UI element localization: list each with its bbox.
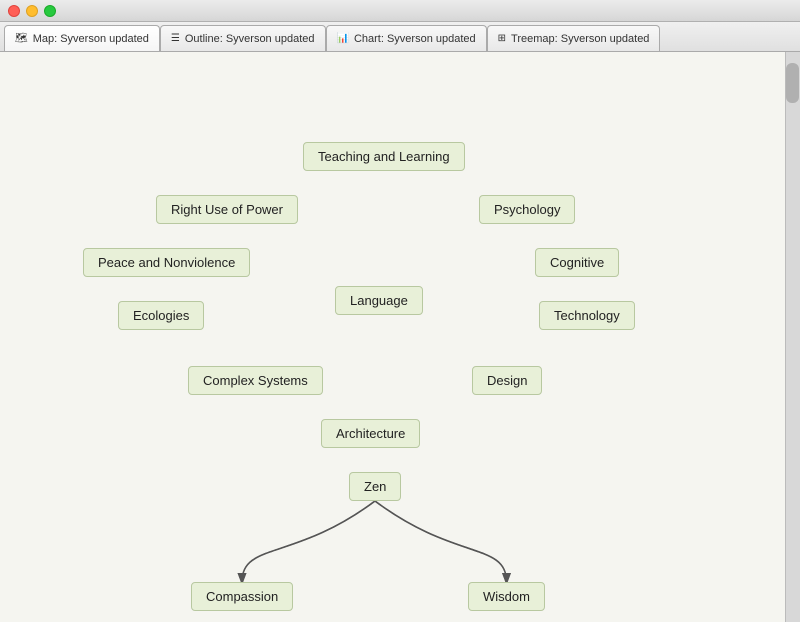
node-wisdom[interactable]: Wisdom	[468, 582, 545, 611]
tab-label-chart: Chart: Syverson updated	[354, 33, 476, 45]
tab-outline[interactable]: ☰ Outline: Syverson updated	[160, 25, 326, 51]
connection-zen-wisdom	[375, 501, 507, 582]
tab-icon-map: 🗺	[15, 33, 28, 44]
node-language[interactable]: Language	[335, 286, 423, 315]
node-architecture[interactable]: Architecture	[321, 419, 420, 448]
title-bar	[0, 0, 800, 22]
scrollbar-track[interactable]	[785, 52, 800, 622]
traffic-lights[interactable]	[8, 5, 56, 17]
scrollbar-thumb[interactable]	[786, 63, 799, 103]
node-complex[interactable]: Complex Systems	[188, 366, 323, 395]
node-compassion[interactable]: Compassion	[191, 582, 293, 611]
tab-icon-treemap: ⊞	[498, 33, 506, 44]
tab-bar: 🗺 Map: Syverson updated ☰ Outline: Syverson…	[0, 22, 800, 52]
maximize-button[interactable]	[44, 5, 56, 17]
main-content: Teaching and LearningRight Use of Power P…	[0, 52, 800, 622]
node-psychology[interactable]: Psychology	[479, 195, 575, 224]
node-technology[interactable]: Technology	[539, 301, 635, 330]
connection-zen-compassion	[242, 501, 375, 582]
node-design[interactable]: Design	[472, 366, 542, 395]
tab-icon-chart: 📊	[337, 33, 349, 44]
node-peace[interactable]: Peace and Nonviolence	[83, 248, 250, 277]
close-button[interactable]	[8, 5, 20, 17]
minimize-button[interactable]	[26, 5, 38, 17]
node-cognitive[interactable]: Cognitive	[535, 248, 619, 277]
node-zen[interactable]: Zen	[349, 472, 401, 501]
tab-label-outline: Outline: Syverson updated	[185, 33, 315, 45]
tab-treemap[interactable]: ⊞ Treemap: Syverson updated	[487, 25, 661, 51]
connection-zen-compassion	[242, 501, 375, 582]
node-ecologies[interactable]: Ecologies	[118, 301, 204, 330]
node-teaching[interactable]: Teaching and Learning	[303, 142, 465, 171]
tab-label-map: Map: Syverson updated	[33, 33, 149, 45]
tab-icon-outline: ☰	[171, 33, 180, 44]
connection-zen-wisdom	[375, 501, 507, 582]
tab-label-treemap: Treemap: Syverson updated	[511, 33, 649, 45]
tab-chart[interactable]: 📊 Chart: Syverson updated	[326, 25, 487, 51]
tab-map[interactable]: 🗺 Map: Syverson updated	[4, 25, 160, 51]
node-right-use[interactable]: Right Use of Power	[156, 195, 298, 224]
